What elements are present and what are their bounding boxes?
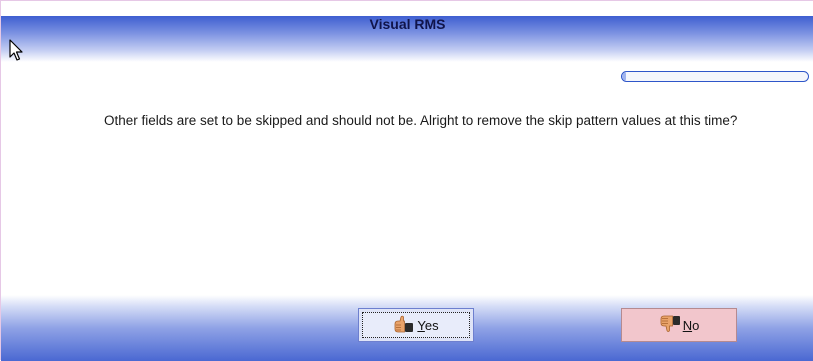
yes-button[interactable]: Yes	[358, 308, 474, 342]
mouse-pointer-icon	[9, 39, 25, 63]
dialog-title: Visual RMS	[369, 16, 446, 32]
thumbs-up-icon	[393, 315, 415, 336]
thumbs-down-icon	[659, 315, 681, 336]
dialog-message: Other fields are set to be skipped and s…	[104, 113, 738, 128]
no-button[interactable]: No	[621, 308, 737, 342]
no-button-label: No	[682, 317, 700, 333]
progress-bar	[621, 71, 809, 82]
yes-button-label: Yes	[417, 317, 439, 333]
confirm-dialog: Visual RMS Other fields are set to be sk…	[0, 0, 813, 361]
progress-fill	[622, 72, 626, 81]
